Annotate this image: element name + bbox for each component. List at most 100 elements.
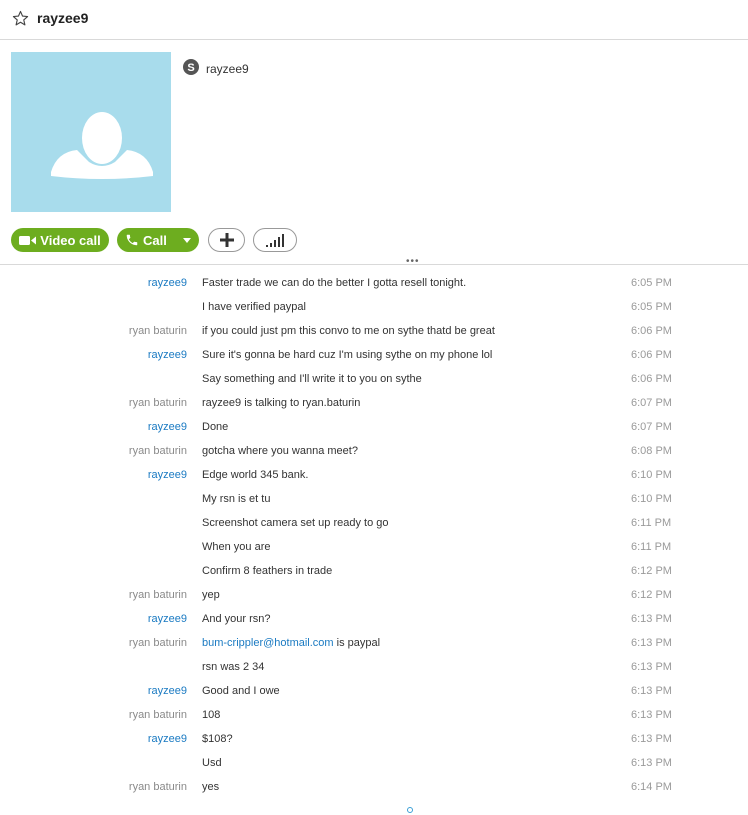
- message-text: And your rsn?: [202, 613, 271, 625]
- message-timestamp: 6:05 PM: [631, 301, 672, 313]
- message-text: rayzee9 is talking to ryan.baturin: [202, 397, 361, 409]
- message-row: rayzee9 Faster trade we can do the better…: [0, 271, 748, 295]
- svg-text:S: S: [187, 62, 194, 74]
- message-text: Edge world 345 bank.: [202, 469, 309, 481]
- message-text: My rsn is et tu: [202, 493, 271, 505]
- message-row: Screenshot camera set up ready to go 6:11…: [0, 511, 748, 535]
- message-row: rsn was 2 34 6:13 PM: [0, 655, 748, 679]
- resize-grip-icon[interactable]: •••: [406, 256, 420, 267]
- message-sender[interactable]: rayzee9: [148, 277, 187, 289]
- message-text: I have verified paypal: [202, 301, 306, 313]
- message-timestamp: 6:06 PM: [631, 373, 672, 385]
- message-timestamp: 6:11 PM: [631, 517, 672, 529]
- message-sender[interactable]: rayzee9: [148, 685, 187, 697]
- message-row: rayzee9 Done 6:07 PM: [0, 415, 748, 439]
- video-call-button[interactable]: Video call: [11, 228, 109, 252]
- message-text: Say something and I'll write it to you o…: [202, 373, 422, 385]
- message-timestamp: 6:10 PM: [631, 469, 672, 481]
- message-row: Say something and I'll write it to you o…: [0, 367, 748, 391]
- message-timestamp: 6:11 PM: [631, 541, 672, 553]
- email-link[interactable]: bum-crippler@hotmail.com: [202, 637, 334, 649]
- message-row: rayzee9 And your rsn? 6:13 PM: [0, 607, 748, 631]
- message-timestamp: 6:10 PM: [631, 493, 672, 505]
- add-participants-button[interactable]: [208, 228, 245, 252]
- message-text: Faster trade we can do the better I gott…: [202, 277, 467, 289]
- message-text: bum-crippler@hotmail.com is paypal: [202, 637, 380, 649]
- message-row: rayzee9 Edge world 345 bank. 6:10 PM: [0, 463, 748, 487]
- message-row: ryan baturin yep 6:12 PM: [0, 583, 748, 607]
- message-text: Screenshot camera set up ready to go: [202, 517, 389, 529]
- message-sender[interactable]: rayzee9: [148, 733, 187, 745]
- skype-icon: S: [183, 59, 199, 75]
- message-text: Sure it's gonna be hard cuz I'm using sy…: [202, 349, 493, 361]
- message-sender[interactable]: ryan baturin: [129, 397, 187, 409]
- message-sender[interactable]: rayzee9: [148, 469, 187, 481]
- message-sender[interactable]: ryan baturin: [129, 325, 187, 337]
- video-call-label: Video call: [40, 232, 101, 248]
- message-text: gotcha where you wanna meet?: [202, 445, 358, 457]
- message-row: rayzee9 Good and I owe 6:13 PM: [0, 679, 748, 703]
- message-timestamp: 6:13 PM: [631, 613, 672, 625]
- message-sender[interactable]: rayzee9: [148, 613, 187, 625]
- message-text: if you could just pm this convo to me on…: [202, 325, 495, 337]
- message-text: Usd: [202, 757, 222, 769]
- message-text: Done: [202, 421, 229, 433]
- contact-title: rayzee9: [37, 10, 89, 26]
- message-row: ryan baturin 108 6:13 PM: [0, 703, 748, 727]
- message-timestamp: 6:13 PM: [631, 685, 672, 697]
- message-text: yep: [202, 589, 220, 601]
- message-timestamp: 6:07 PM: [631, 421, 672, 433]
- message-row: ryan baturin if you could just pm this co…: [0, 319, 748, 343]
- message-timestamp: 6:14 PM: [631, 781, 672, 793]
- message-timestamp: 6:06 PM: [631, 325, 672, 337]
- message-sender[interactable]: ryan baturin: [129, 709, 187, 721]
- message-timestamp: 6:05 PM: [631, 277, 672, 289]
- message-row: My rsn is et tu 6:10 PM: [0, 487, 748, 511]
- message-sender[interactable]: ryan baturin: [129, 637, 187, 649]
- message-timestamp: 6:13 PM: [631, 757, 672, 769]
- call-quality-button[interactable]: [253, 228, 297, 252]
- message-timestamp: 6:07 PM: [631, 397, 672, 409]
- message-list: rayzee9 Faster trade we can do the better…: [0, 271, 748, 799]
- avatar: [11, 52, 171, 212]
- message-sender[interactable]: rayzee9: [148, 421, 187, 433]
- signal-strength-icon: [266, 234, 284, 247]
- message-text-rest: is paypal: [333, 637, 381, 649]
- skype-name: rayzee9: [206, 62, 249, 76]
- message-text: yes: [202, 781, 220, 793]
- message-row: ryan baturin rayzee9 is talking to ryan.b…: [0, 391, 748, 415]
- message-timestamp: 6:06 PM: [631, 349, 672, 361]
- message-text: Confirm 8 feathers in trade: [202, 565, 333, 577]
- message-row: ryan baturin yes 6:14 PM: [0, 775, 748, 799]
- call-button[interactable]: Call: [117, 228, 199, 252]
- message-sender[interactable]: ryan baturin: [129, 781, 187, 793]
- loading-indicator-icon: [407, 807, 413, 813]
- message-row: Confirm 8 feathers in trade 6:12 PM: [0, 559, 748, 583]
- message-sender[interactable]: rayzee9: [148, 349, 187, 361]
- message-text: Good and I owe: [202, 685, 280, 697]
- message-row: ryan baturin bum-crippler@hotmail.com is …: [0, 631, 748, 655]
- message-row: I have verified paypal 6:05 PM: [0, 295, 748, 319]
- message-text: When you are: [202, 541, 271, 553]
- header-divider: [0, 264, 748, 265]
- message-row: rayzee9 $108? 6:13 PM: [0, 727, 748, 751]
- message-row: rayzee9 Sure it's gonna be hard cuz I'm u…: [0, 343, 748, 367]
- plus-icon: [219, 233, 234, 247]
- favorite-star-icon[interactable]: [12, 10, 29, 27]
- message-text: rsn was 2 34: [202, 661, 265, 673]
- message-sender[interactable]: ryan baturin: [129, 589, 187, 601]
- message-timestamp: 6:12 PM: [631, 565, 672, 577]
- call-label: Call: [143, 232, 167, 248]
- message-timestamp: 6:12 PM: [631, 589, 672, 601]
- message-timestamp: 6:13 PM: [631, 661, 672, 673]
- message-row: ryan baturin gotcha where you wanna meet?…: [0, 439, 748, 463]
- message-text: 108: [202, 709, 221, 721]
- message-timestamp: 6:13 PM: [631, 637, 672, 649]
- video-camera-icon: [19, 235, 37, 245]
- default-person-icon: [51, 112, 153, 179]
- chevron-down-icon[interactable]: [183, 238, 191, 243]
- message-timestamp: 6:13 PM: [631, 733, 672, 745]
- message-timestamp: 6:13 PM: [631, 709, 672, 721]
- conversation-header: rayzee9: [0, 0, 748, 40]
- message-sender[interactable]: ryan baturin: [129, 445, 187, 457]
